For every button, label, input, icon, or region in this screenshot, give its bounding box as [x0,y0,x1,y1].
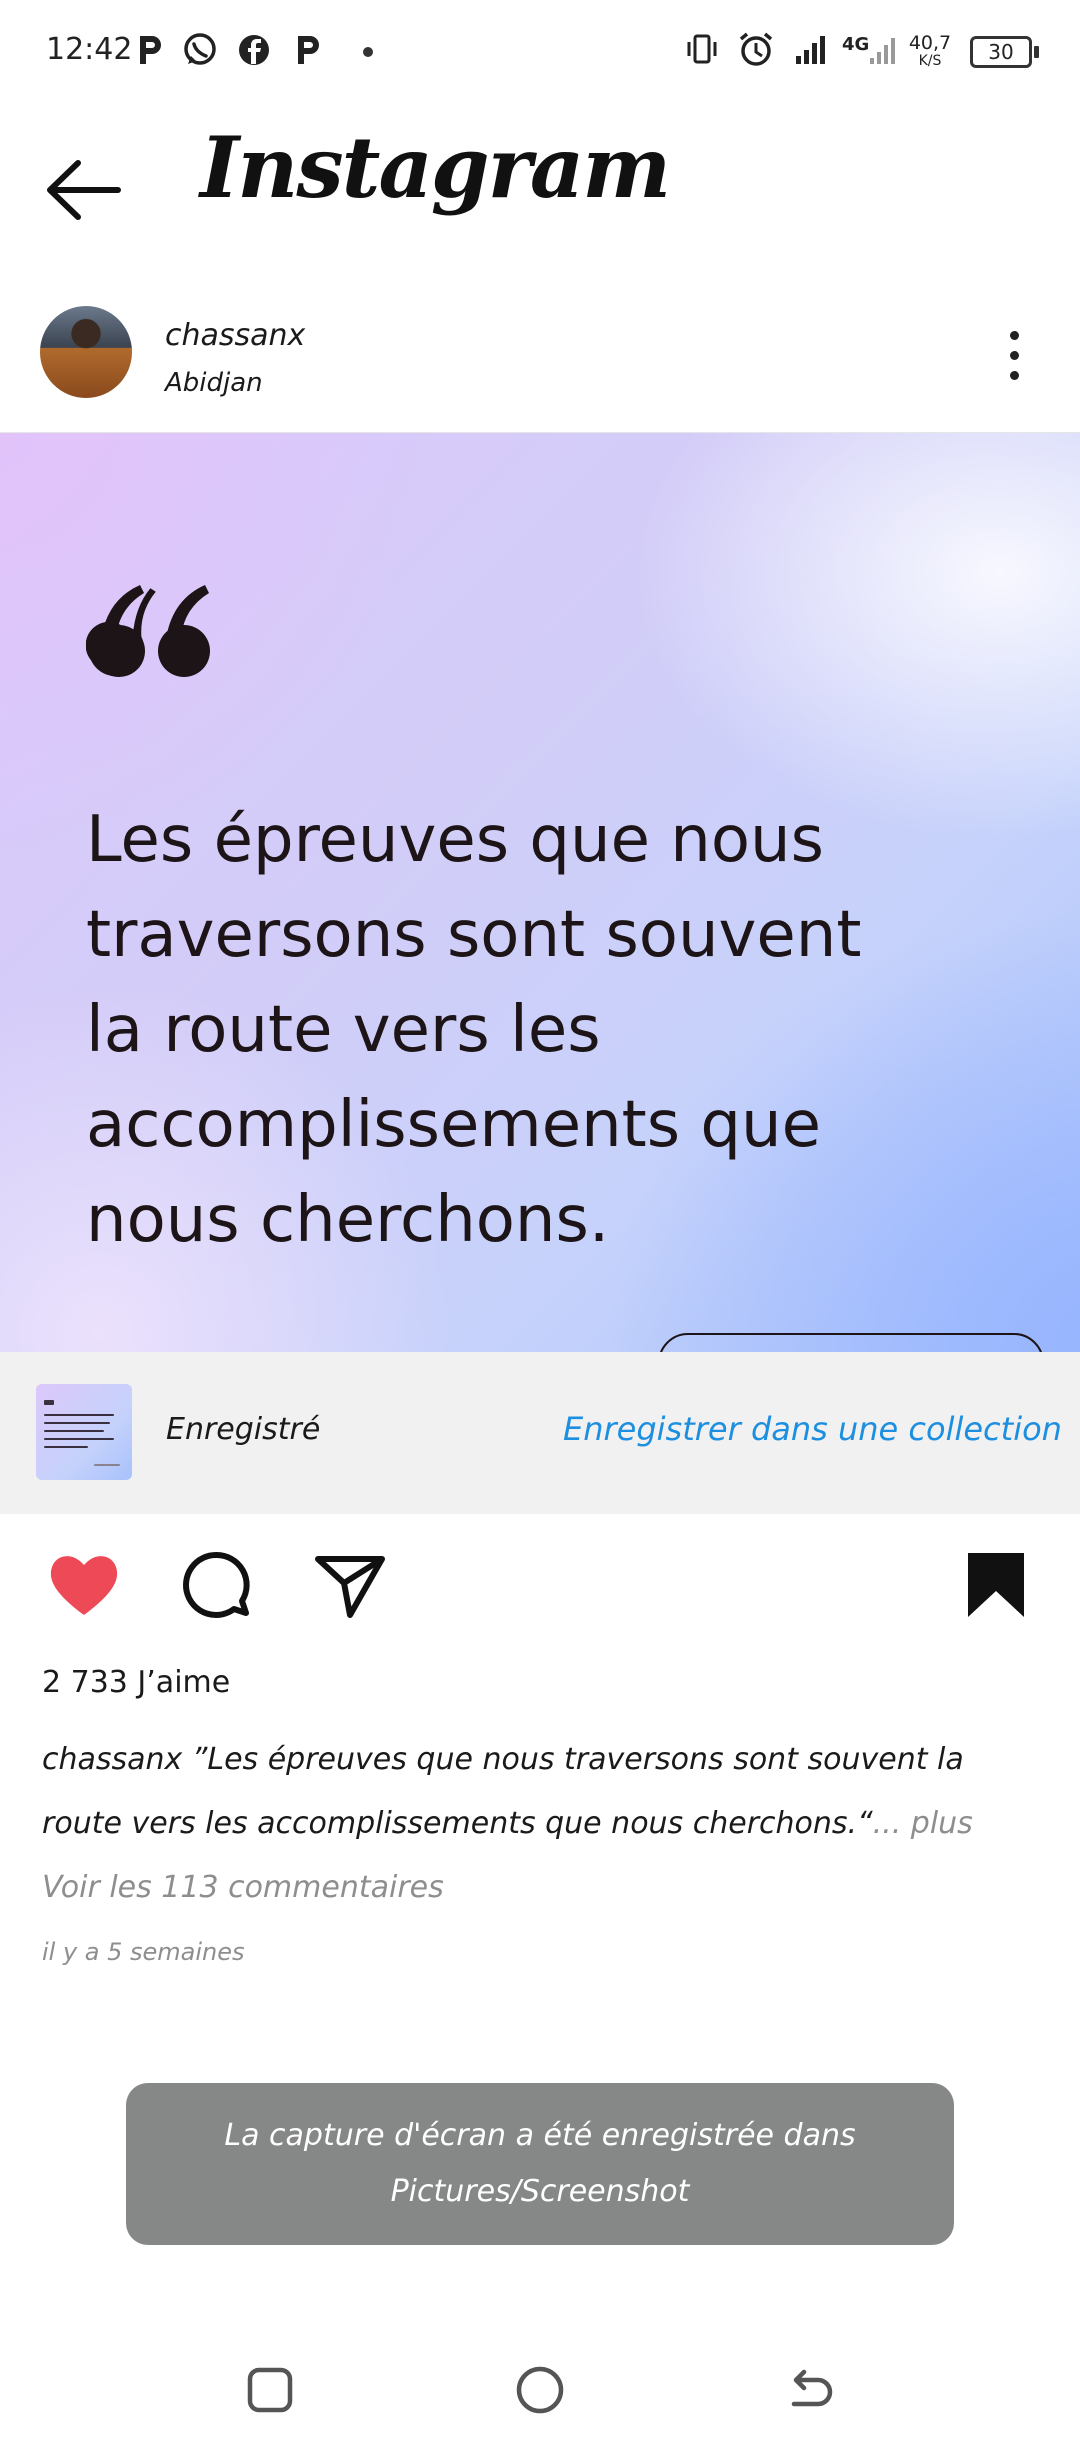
comment-icon[interactable] [176,1545,256,1625]
share-icon[interactable] [310,1545,390,1625]
caption: chassanx ”Les épreuves que nous traverso… [42,1728,1042,1856]
battery-icon: 30 [970,36,1032,68]
post-image[interactable]: Les épreuves que nous traversons sont so… [0,432,1080,1353]
quote-icon [86,585,210,677]
saved-banner: Enregistré Enregistrer dans une collecti… [0,1352,1080,1514]
pinterest-icon [298,36,319,64]
toast-line: La capture d'écran a été enregistrée dan… [224,2118,856,2153]
signal-icon [796,36,825,64]
status-time: 12:42 [46,32,133,67]
caption-more-link[interactable]: ... plus [873,1806,973,1841]
caption-username[interactable]: chassanx [42,1742,182,1777]
signal-4g-icon [870,38,895,64]
battery-cap [1034,46,1039,58]
quote-line: traversons sont souvent [86,898,862,972]
screenshot-toast: La capture d'écran a été enregistrée dan… [126,2083,954,2245]
quote-text: Les épreuves que nous traversons sont so… [86,793,986,1268]
like-count[interactable]: 2 733 J’aime [42,1665,230,1700]
facebook-icon [239,35,269,65]
toast-line: Pictures/Screenshot [390,2174,690,2209]
avatar[interactable] [40,306,132,398]
saved-thumbnail[interactable] [36,1384,132,1480]
saved-label: Enregistré [166,1412,321,1447]
quote-line: accomplissements que [86,1088,821,1162]
recents-icon[interactable] [240,2360,300,2420]
image-footer-pill [658,1333,1044,1353]
status-bar: 12:42 4G 40,7 K/S 30 [0,0,1080,110]
back-arrow-icon[interactable] [40,155,130,225]
pinterest-icon [140,36,161,64]
quote-line: nous cherchons. [86,1183,610,1257]
quote-line: la route vers les [86,993,601,1067]
home-icon[interactable] [510,2360,570,2420]
save-to-collection-link[interactable]: Enregistrer dans une collection [563,1410,1062,1448]
app-title: Instagram [200,118,671,217]
vibrate-icon [687,34,717,64]
heart-icon[interactable] [44,1545,124,1625]
more-vertical-icon[interactable] [1000,325,1030,385]
post-location[interactable]: Abidjan [165,368,263,398]
alarm-icon [739,32,773,66]
back-icon[interactable] [780,2360,840,2420]
dot-icon [363,47,373,57]
bookmark-icon[interactable] [956,1545,1036,1625]
net-speed: 40,7 K/S [908,32,952,70]
view-comments-link[interactable]: Voir les 113 commentaires [42,1870,444,1905]
whatsapp-icon [184,33,216,65]
quote-line: Les épreuves que nous [86,803,824,877]
post-username[interactable]: chassanx [165,318,305,353]
post-time: il y a 5 semaines [42,1938,245,1966]
